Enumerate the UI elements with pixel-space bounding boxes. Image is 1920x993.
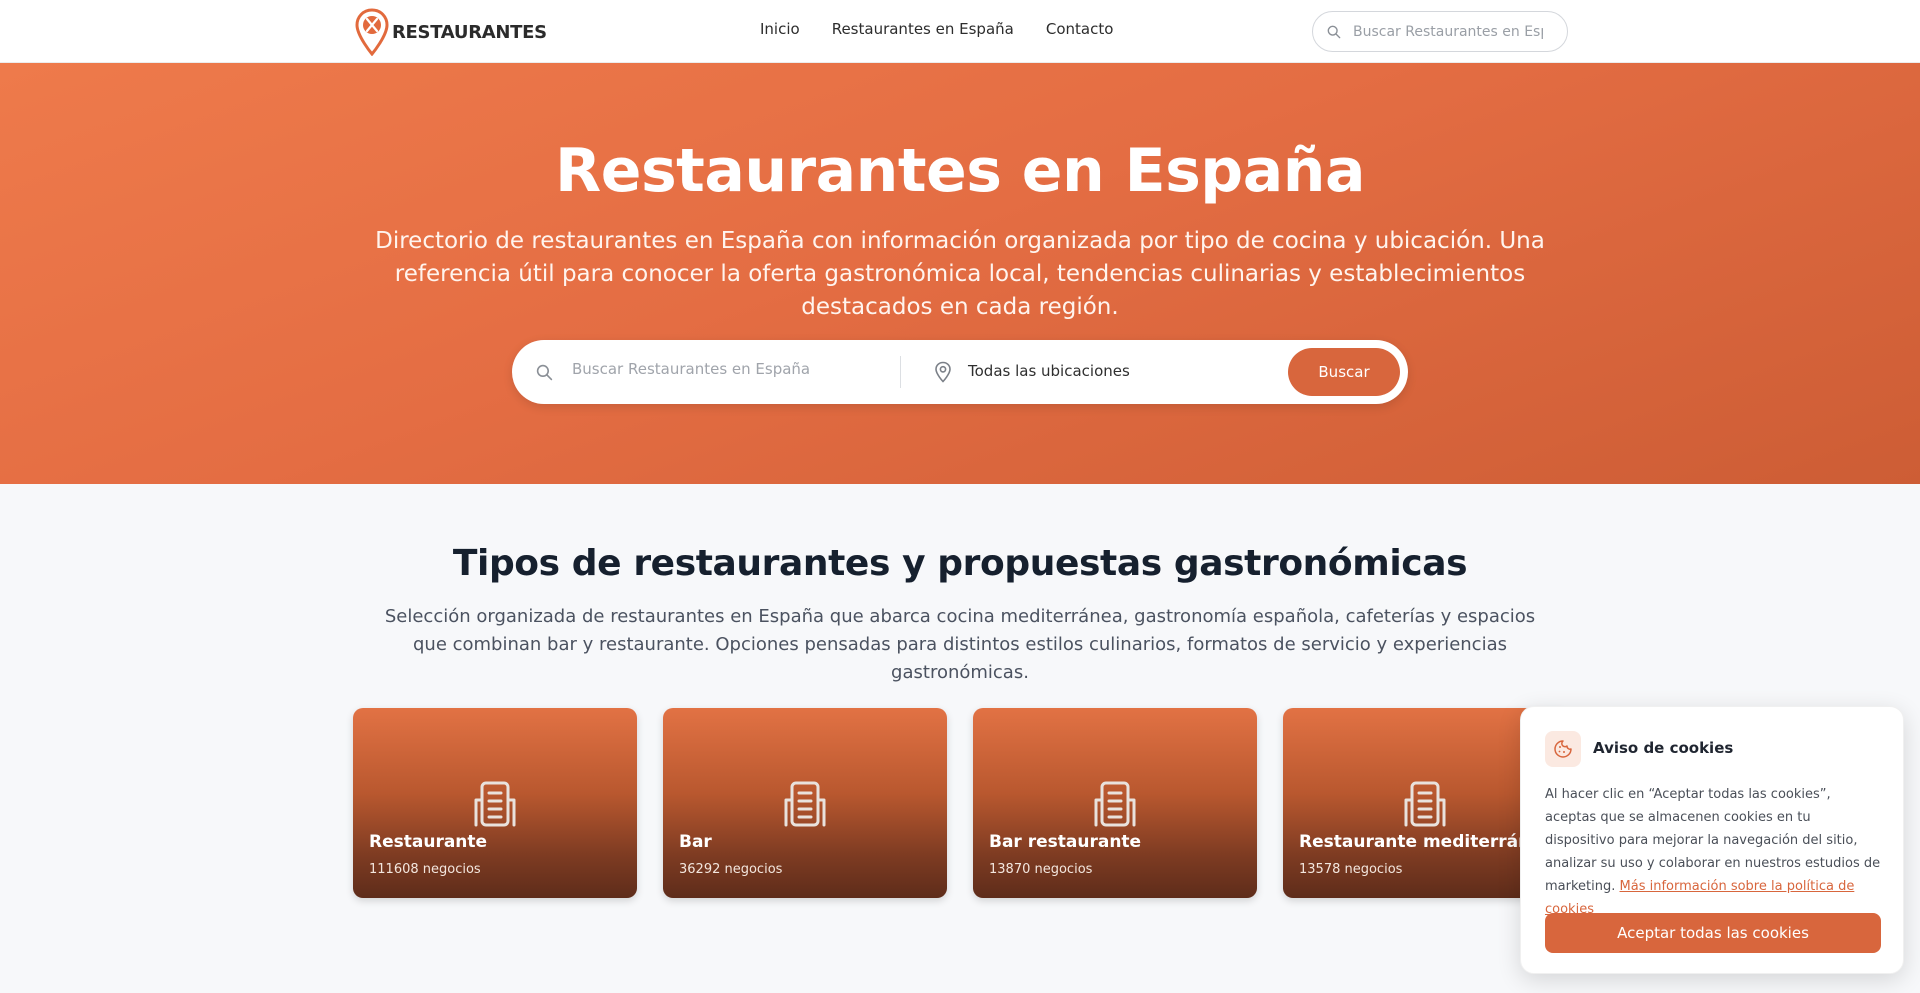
hero-title: Restaurantes en España [555,136,1365,206]
search-icon [536,364,553,381]
categories-title: Tipos de restaurantes y propuestas gastr… [452,543,1468,584]
location-select[interactable]: Todas las ubicaciones [968,362,1130,380]
cookie-text: Al hacer clic en “Aceptar todas las cook… [1545,783,1881,921]
logo-pin-icon [355,8,389,56]
cookie-title: Aviso de cookies [1593,739,1734,757]
top-navbar: RESTAURANTES Inicio Restaurantes en Espa… [0,0,1920,63]
nav-search-box[interactable] [1312,11,1568,52]
category-card-bar[interactable]: Bar 36292 negocios [663,708,947,898]
logo-text: RESTAURANTES [392,21,547,43]
category-card-bar-restaurante[interactable]: Bar restaurante 13870 negocios [973,708,1257,898]
map-pin-icon [935,361,951,383]
hero-section: Restaurantes en España Directorio de res… [0,63,1920,484]
category-card-title: Restaurante [369,832,488,852]
category-card-count: 36292 negocios [679,862,783,877]
nav-search-input[interactable] [1353,23,1543,40]
category-card-restaurante[interactable]: Restaurante 111608 negocios [353,708,637,898]
category-card-title: Bar restaurante [989,832,1142,852]
cookie-notice: Aviso de cookies Al hacer clic en “Acept… [1520,706,1904,974]
category-card-count: 13870 negocios [989,862,1093,877]
accept-cookies-button[interactable]: Aceptar todas las cookies [1545,913,1881,953]
category-card-title: Bar [679,832,712,852]
hero-search-bar: Todas las ubicaciones Buscar [512,340,1408,404]
building-icon [474,781,516,827]
category-card-count: 13578 negocios [1299,862,1403,877]
nav-link-restaurantes-en-espana[interactable]: Restaurantes en España [832,20,1014,38]
building-icon [1094,781,1136,827]
category-card-title: Restaurante mediterráneo [1299,832,1554,852]
main-nav: Inicio Restaurantes en España Contacto [760,20,1145,38]
building-icon [1404,781,1446,827]
cookie-body-text: Al hacer clic en “Aceptar todas las cook… [1545,787,1881,894]
cookie-badge [1545,731,1581,767]
categories-description: Selección organizada de restaurantes en … [384,606,1536,683]
cookie-icon [1554,740,1572,758]
search-button[interactable]: Buscar [1288,348,1400,396]
site-logo[interactable]: RESTAURANTES [355,8,547,56]
search-divider [900,356,901,388]
nav-link-inicio[interactable]: Inicio [760,20,800,38]
search-icon [1327,25,1341,38]
nav-link-contacto[interactable]: Contacto [1046,20,1114,38]
hero-search-input[interactable] [572,360,892,378]
category-card-count: 111608 negocios [369,862,481,877]
building-icon [784,781,826,827]
hero-subtitle: Directorio de restaurantes en España con… [375,228,1545,320]
